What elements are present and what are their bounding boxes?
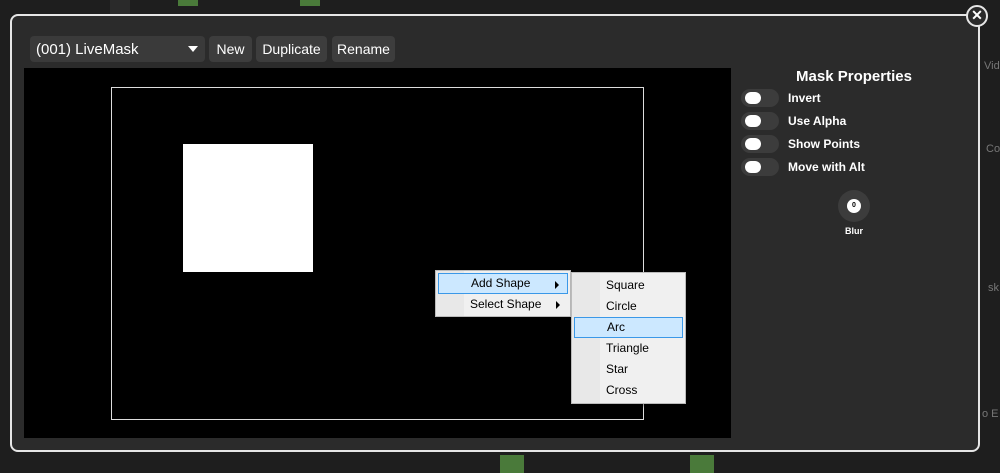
move-with-alt-toggle[interactable] xyxy=(741,158,779,176)
background-label: o E xyxy=(982,408,999,420)
background-panel xyxy=(110,0,130,14)
show-points-toggle[interactable] xyxy=(741,135,779,153)
menu-item-star[interactable]: Star xyxy=(574,359,683,380)
blur-knob[interactable]: 0 xyxy=(838,190,870,222)
background-meter xyxy=(300,0,320,6)
mask-select[interactable]: (001) LiveMask xyxy=(30,36,205,62)
use-alpha-label: Use Alpha xyxy=(788,114,847,128)
background-meter xyxy=(690,455,714,473)
menu-item-label: Select Shape xyxy=(470,297,542,311)
toggle-knob xyxy=(745,115,761,127)
background-meter xyxy=(178,0,198,6)
move-with-alt-label: Move with Alt xyxy=(788,160,865,174)
menu-item-label: Cross xyxy=(606,383,638,397)
close-button[interactable]: ✕ xyxy=(966,5,988,27)
background-label: sk xyxy=(988,282,999,294)
menu-item-label: Add Shape xyxy=(471,276,531,290)
context-menu: Add Shape Select Shape xyxy=(435,270,571,317)
submenu-arrow-icon xyxy=(555,281,559,289)
menu-item-label: Square xyxy=(606,278,645,292)
blur-value: 0 xyxy=(847,199,861,213)
blur-label: Blur xyxy=(845,226,863,236)
menu-item-cross[interactable]: Cross xyxy=(574,380,683,401)
close-icon: ✕ xyxy=(971,7,983,23)
menu-item-square[interactable]: Square xyxy=(574,275,683,296)
mask-properties-title: Mask Properties xyxy=(796,68,912,85)
rename-button[interactable]: Rename xyxy=(332,36,395,62)
background-label: Co xyxy=(986,143,1000,155)
menu-item-triangle[interactable]: Triangle xyxy=(574,338,683,359)
show-points-label: Show Points xyxy=(788,137,860,151)
menu-item-label: Arc xyxy=(607,320,625,334)
duplicate-button[interactable]: Duplicate xyxy=(256,36,327,62)
use-alpha-toggle[interactable] xyxy=(741,112,779,130)
add-shape-submenu: Square Circle Arc Triangle Star Cross xyxy=(571,272,686,404)
menu-item-arc[interactable]: Arc xyxy=(574,317,683,338)
mask-shape-square[interactable] xyxy=(183,144,313,272)
chevron-down-icon xyxy=(188,46,198,52)
menu-item-label: Circle xyxy=(606,299,637,313)
background-meter xyxy=(500,455,524,473)
menu-item-label: Triangle xyxy=(606,341,649,355)
new-button[interactable]: New xyxy=(209,36,252,62)
toggle-knob xyxy=(745,138,761,150)
toggle-knob xyxy=(745,161,761,173)
toggle-knob xyxy=(745,92,761,104)
submenu-arrow-icon xyxy=(556,301,560,309)
invert-toggle[interactable] xyxy=(741,89,779,107)
menu-item-select-shape[interactable]: Select Shape xyxy=(438,294,568,315)
invert-label: Invert xyxy=(788,91,821,105)
mask-select-value: (001) LiveMask xyxy=(36,41,139,58)
menu-item-circle[interactable]: Circle xyxy=(574,296,683,317)
background-label: Vide xyxy=(984,60,1000,72)
menu-item-label: Star xyxy=(606,362,629,376)
menu-item-add-shape[interactable]: Add Shape xyxy=(438,273,568,294)
